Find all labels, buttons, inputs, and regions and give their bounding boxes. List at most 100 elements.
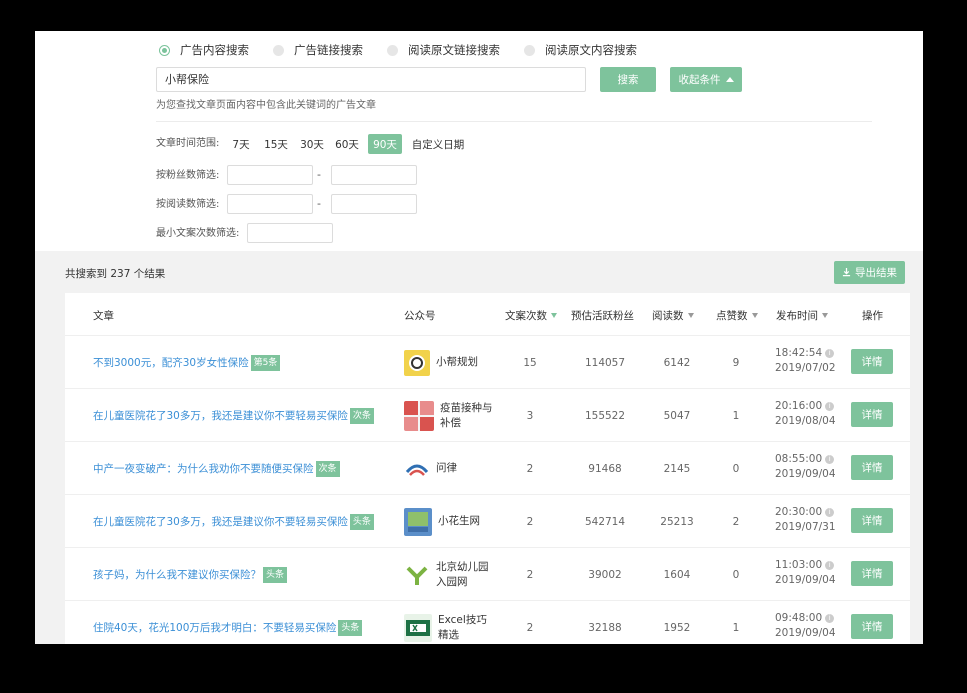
info-icon[interactable]: i [825, 561, 835, 570]
export-button[interactable]: 导出结果 [834, 261, 905, 284]
article-title-link[interactable]: 在儿童医院花了30多万，我还是建议你不要轻易买保险 次条 [93, 389, 374, 442]
collapse-conditions-button[interactable]: 收起条件 [670, 67, 742, 92]
time-value: 20:30:00 [775, 506, 823, 518]
col-likes[interactable]: 点赞数 [716, 308, 758, 323]
col-label: 文案次数 [505, 310, 547, 322]
position-tag: 第5条 [250, 354, 281, 371]
min-count-input[interactable] [247, 223, 333, 243]
avatar-image [406, 619, 430, 636]
sort-caret-icon [687, 313, 694, 318]
caret-up-icon [725, 77, 734, 82]
table-row: 孩子妈，为什么我不建议你买保险？ 头条 北京幼儿园入园网 2 39002 1604… [65, 547, 910, 600]
copy-count: 2 [526, 515, 534, 528]
copy-count: 3 [526, 409, 534, 422]
like-count: 0 [732, 462, 740, 475]
time-option-90[interactable]: 90天 [368, 134, 402, 154]
position-tag: 头条 [349, 513, 374, 530]
detail-button[interactable]: 详情 [851, 455, 893, 480]
article-title-link[interactable]: 孩子妈，为什么我不建议你买保险？ 头条 [93, 548, 288, 601]
time-value: 18:42:54 [775, 347, 823, 359]
col-active-fans: 预估活跃粉丝 [571, 310, 634, 322]
search-mode-ad-content[interactable]: 广告内容搜索 [159, 42, 249, 58]
article-title-link[interactable]: 中产一夜变破产：为什么我劝你不要随便买保险 次条 [93, 442, 340, 495]
col-copy-count[interactable]: 文案次数 [505, 308, 557, 323]
detail-button[interactable]: 详情 [851, 508, 893, 533]
col-article: 文章 [93, 310, 114, 322]
sort-caret-icon [822, 313, 828, 318]
avatar-image [406, 566, 428, 585]
active-fans: 32188 [588, 621, 622, 634]
copy-count: 2 [526, 568, 534, 581]
table-row: 不到3000元，配齐30岁女性保险 第5条 小帮规划 15 114057 6142… [65, 335, 910, 388]
info-icon[interactable]: i [825, 455, 835, 464]
time-option-custom[interactable]: 自定义日期 [409, 134, 467, 154]
date-value: 2019/09/04 [775, 468, 836, 480]
results-area: 共搜索到 237 个结果 导出结果 文章 公众号 文案次数 预估活跃粉丝 阅读数… [35, 251, 923, 644]
col-label: 阅读数 [652, 310, 684, 322]
info-icon[interactable]: i [825, 349, 835, 358]
search-mode-ad-link[interactable]: 广告链接搜索 [273, 42, 363, 58]
like-count: 9 [732, 356, 740, 369]
result-count: 共搜索到 237 个结果 [65, 268, 166, 280]
date-value: 2019/09/04 [775, 627, 836, 639]
account-name: 小花生网 [438, 515, 480, 527]
time-range-label: 文章时间范围: [156, 138, 220, 149]
time-value: 09:48:00 [775, 612, 823, 624]
search-mode-source-content[interactable]: 阅读原文内容搜索 [524, 42, 637, 58]
article-title: 在儿童医院花了30多万，我还是建议你不要轻易买保险 [93, 410, 348, 422]
col-label: 发布时间 [776, 310, 818, 322]
time-option-7[interactable]: 7天 [228, 134, 254, 154]
time-option-60[interactable]: 60天 [332, 134, 362, 154]
fans-max-input[interactable] [331, 165, 417, 185]
reads-max-input[interactable] [331, 194, 417, 214]
collapse-label: 收起条件 [678, 74, 721, 86]
publish-time: 09:48:00 i 2019/09/04 [775, 611, 836, 641]
date-value: 2019/07/02 [775, 362, 836, 374]
article-title-link[interactable]: 住院40天，花光100万后我才明白：不要轻易买保险 头条 [93, 601, 363, 644]
account-name: Excel技巧精选 [438, 613, 487, 641]
position-tag: 头条 [338, 619, 363, 636]
avatar-image [409, 354, 425, 371]
account-name: 问律 [436, 462, 457, 474]
download-icon [842, 268, 851, 277]
account-cell: 北京幼儿园入园网 [404, 548, 492, 601]
search-mode-label: 广告内容搜索 [180, 43, 249, 57]
table-row: 在儿童医院花了30多万，我还是建议你不要轻易买保险 次条 疫苗接种与补偿 3 15… [65, 388, 910, 441]
detail-button[interactable]: 详情 [851, 614, 893, 639]
time-value: 11:03:00 [775, 559, 823, 571]
info-icon[interactable]: i [825, 614, 835, 623]
col-label: 点赞数 [716, 310, 748, 322]
active-fans: 155522 [584, 409, 626, 422]
time-option-15[interactable]: 15天 [261, 134, 291, 154]
fans-min-input[interactable] [227, 165, 313, 185]
account-avatar [404, 349, 430, 376]
keyword-input[interactable]: 小帮保险 [156, 67, 586, 92]
col-reads[interactable]: 阅读数 [652, 308, 694, 323]
read-count: 5047 [663, 409, 691, 422]
account-name: 疫苗接种与补偿 [440, 401, 493, 429]
table-row: 住院40天，花光100万后我才明白：不要轻易买保险 头条 Excel技巧精选 2 … [65, 600, 910, 644]
article-title-link[interactable]: 不到3000元，配齐30岁女性保险 第5条 [93, 336, 281, 389]
range-separator: - [317, 197, 321, 210]
like-count: 1 [732, 621, 740, 634]
info-icon[interactable]: i [825, 508, 835, 517]
avatar-image [404, 400, 434, 431]
publish-time: 18:42:54 i 2019/07/02 [775, 346, 836, 376]
detail-button[interactable]: 详情 [851, 561, 893, 586]
divider [156, 121, 872, 122]
reads-min-input[interactable] [227, 194, 313, 214]
time-option-30[interactable]: 30天 [297, 134, 327, 154]
detail-button[interactable]: 详情 [851, 349, 893, 374]
detail-button[interactable]: 详情 [851, 402, 893, 427]
range-separator: - [317, 168, 321, 181]
search-button[interactable]: 搜索 [600, 67, 656, 92]
search-mode-source-link[interactable]: 阅读原文链接搜索 [387, 42, 500, 58]
account-cell: 问律 [404, 442, 492, 495]
account-cell: 小花生网 [404, 495, 494, 548]
search-hint: 为您查找文章页面内容中包含此关键词的广告文章 [156, 100, 376, 111]
info-icon[interactable]: i [825, 402, 835, 411]
article-title-link[interactable]: 在儿童医院花了30多万，我还是建议你不要轻易买保险 头条 [93, 495, 374, 548]
active-fans: 114057 [584, 356, 626, 369]
col-publish-time[interactable]: 发布时间 [776, 308, 828, 323]
search-mode-label: 阅读原文内容搜索 [545, 43, 637, 57]
